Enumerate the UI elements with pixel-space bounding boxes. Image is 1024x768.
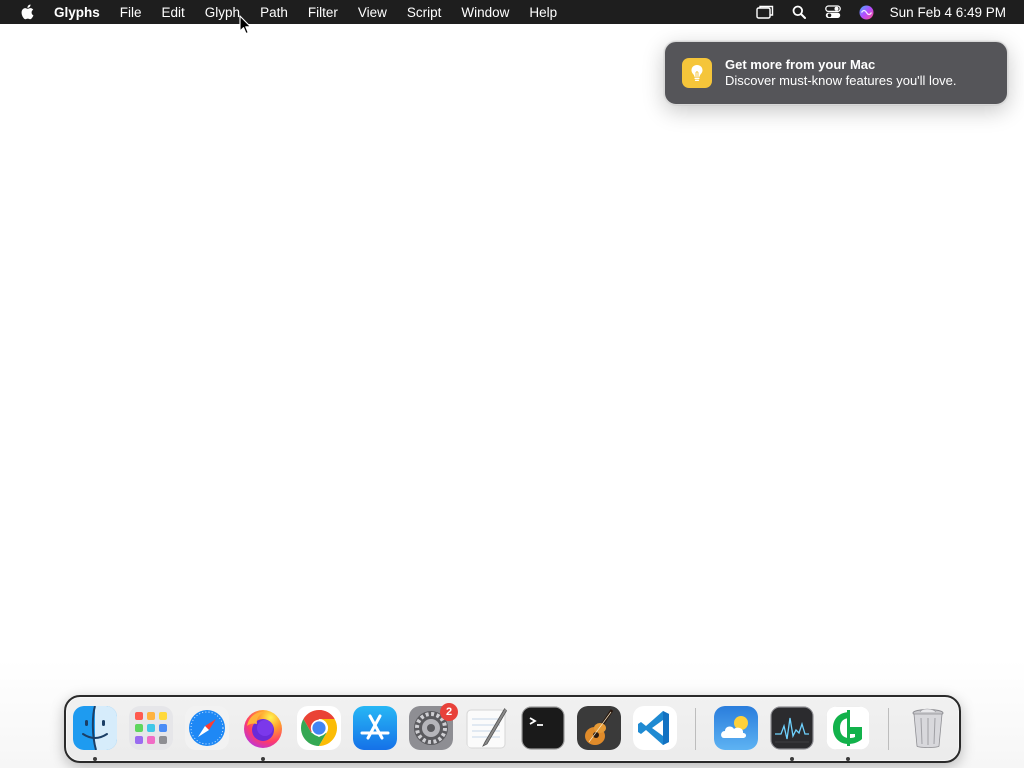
notification-title: Get more from your Mac xyxy=(725,57,876,72)
running-indicator xyxy=(93,757,97,761)
apple-menu-icon[interactable] xyxy=(16,0,38,24)
notification-badge: 2 xyxy=(440,703,458,721)
finder-icon[interactable] xyxy=(73,706,117,750)
safari-icon[interactable] xyxy=(185,706,229,750)
dock-separator xyxy=(888,708,889,750)
glyphs-icon[interactable] xyxy=(826,706,870,750)
lightbulb-icon xyxy=(682,58,712,88)
search-icon[interactable] xyxy=(782,0,816,24)
menu-bar: Glyphs File Edit Glyph Path Filter View … xyxy=(0,0,1024,24)
running-indicator xyxy=(846,757,850,761)
trash-icon[interactable] xyxy=(906,706,950,750)
running-indicator xyxy=(790,757,794,761)
display-icon[interactable] xyxy=(748,0,782,24)
siri-icon[interactable] xyxy=(850,0,884,24)
menu-path[interactable]: Path xyxy=(250,0,298,24)
menu-filter[interactable]: Filter xyxy=(298,0,348,24)
menu-app-name[interactable]: Glyphs xyxy=(48,0,110,24)
menu-script[interactable]: Script xyxy=(397,0,452,24)
activity-monitor-icon[interactable] xyxy=(770,706,814,750)
mouse-pointer-icon xyxy=(239,15,252,35)
menu-window[interactable]: Window xyxy=(451,0,519,24)
weather-icon[interactable] xyxy=(714,706,758,750)
vscode-icon[interactable] xyxy=(633,706,677,750)
menu-help[interactable]: Help xyxy=(519,0,567,24)
menu-view[interactable]: View xyxy=(348,0,397,24)
notification-banner[interactable]: Get more from your Mac Discover must-kno… xyxy=(664,41,1008,105)
menu-edit[interactable]: Edit xyxy=(152,0,195,24)
textedit-icon[interactable] xyxy=(465,706,509,750)
chrome-icon[interactable] xyxy=(297,706,341,750)
menu-file[interactable]: File xyxy=(110,0,152,24)
terminal-icon[interactable] xyxy=(521,706,565,750)
garageband-icon[interactable] xyxy=(577,706,621,750)
menu-clock[interactable]: Sun Feb 4 6:49 PM xyxy=(890,5,1006,20)
running-indicator xyxy=(261,757,265,761)
notification-body: Discover must-know features you'll love. xyxy=(725,73,957,88)
launchpad-icon[interactable] xyxy=(129,706,173,750)
app-store-icon[interactable] xyxy=(353,706,397,750)
dock-separator xyxy=(695,708,696,750)
firefox-icon[interactable] xyxy=(241,706,285,750)
control-center-icon[interactable] xyxy=(816,0,850,24)
